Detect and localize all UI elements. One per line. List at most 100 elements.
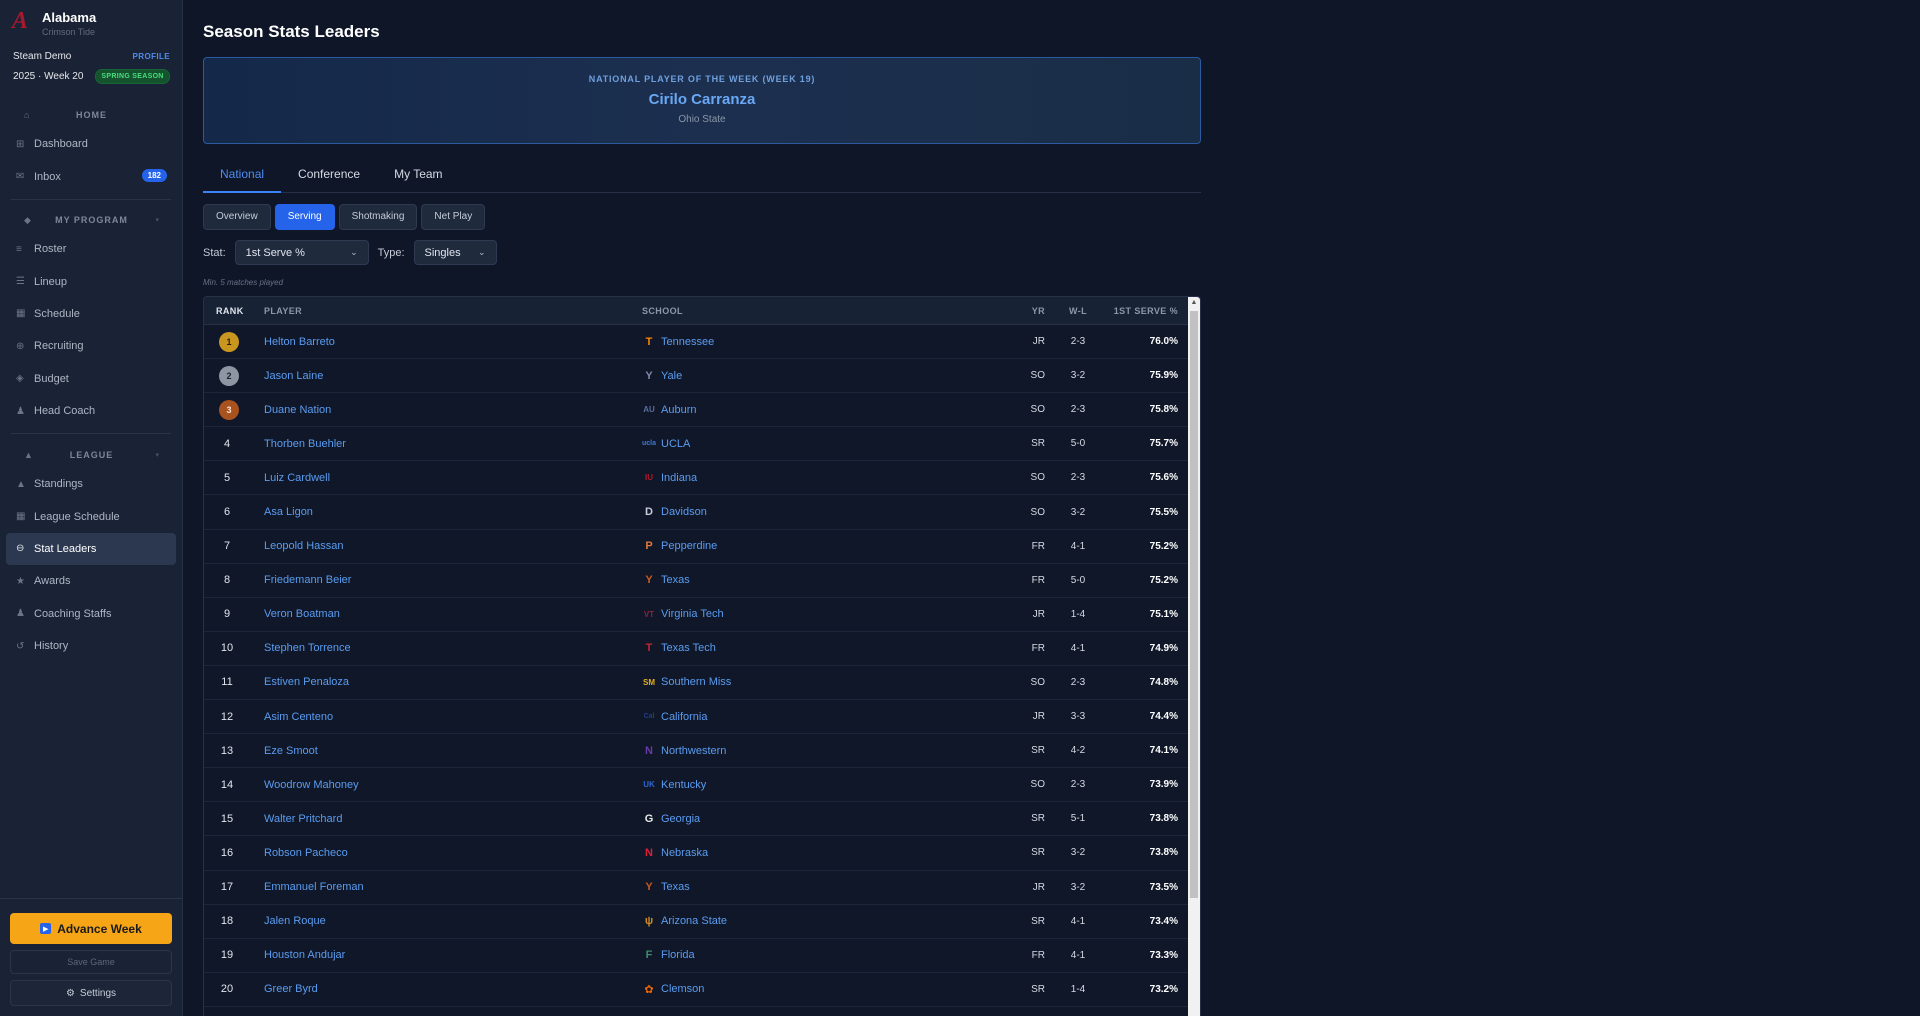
col-rank[interactable]: RANK: [204, 306, 264, 316]
school-link[interactable]: Texas: [661, 881, 690, 893]
school-cell[interactable]: ψ Arizona State: [642, 914, 1002, 928]
player-link[interactable]: Leopold Hassan: [264, 540, 642, 552]
tab-conference[interactable]: Conference: [281, 158, 377, 193]
school-cell[interactable]: IU Indiana: [642, 471, 1002, 485]
school-cell[interactable]: F Florida: [642, 948, 1002, 962]
school-cell[interactable]: G Georgia: [642, 812, 1002, 826]
brand[interactable]: A Alabama Crimson Tide: [12, 9, 96, 38]
table-scrollbar[interactable]: ▲: [1188, 297, 1200, 1016]
school-cell[interactable]: N Northwestern: [642, 744, 1002, 758]
player-link[interactable]: Greer Byrd: [264, 983, 642, 995]
scroll-thumb[interactable]: [1190, 311, 1198, 898]
school-link[interactable]: Tennessee: [661, 336, 714, 348]
sidebar-item-history[interactable]: ↺ History: [0, 630, 183, 662]
sidebar-item-recruiting[interactable]: ⊕ Recruiting: [0, 330, 183, 362]
col-wl[interactable]: W-L: [1057, 306, 1099, 316]
school-cell[interactable]: D Davidson: [642, 505, 1002, 519]
player-link[interactable]: Houston Andujar: [264, 949, 642, 961]
tab-my-team[interactable]: My Team: [377, 158, 459, 193]
tab-national[interactable]: National: [203, 158, 282, 193]
subtab-overview[interactable]: Overview: [203, 204, 271, 230]
school-link[interactable]: Kentucky: [661, 779, 706, 791]
player-link[interactable]: Helton Barreto: [264, 336, 642, 348]
school-link[interactable]: Auburn: [661, 404, 696, 416]
school-cell[interactable]: Y Yale: [642, 369, 1002, 383]
subtab-shotmaking[interactable]: Shotmaking: [338, 204, 418, 230]
school-link[interactable]: Virginia Tech: [661, 608, 724, 620]
player-link[interactable]: Luiz Cardwell: [264, 472, 642, 484]
advance-week-button[interactable]: ▶ Advance Week: [10, 913, 172, 944]
school-cell[interactable]: ucla UCLA: [642, 437, 1002, 451]
school-link[interactable]: Southern Miss: [661, 676, 731, 688]
player-link[interactable]: Jason Laine: [264, 370, 642, 382]
school-link[interactable]: Arizona State: [661, 915, 727, 927]
school-cell[interactable]: Cal California: [642, 710, 1002, 724]
player-link[interactable]: Friedemann Beier: [264, 574, 642, 586]
sidebar-item-league-schedule[interactable]: ▦ League Schedule: [0, 500, 183, 532]
school-cell[interactable]: SM Southern Miss: [642, 675, 1002, 689]
section-head-program[interactable]: ◆ MY PROGRAM ▾: [0, 207, 183, 233]
school-cell[interactable]: UK Kentucky: [642, 778, 1002, 792]
subtab-serving[interactable]: Serving: [274, 204, 335, 230]
player-link[interactable]: Emmanuel Foreman: [264, 881, 642, 893]
school-cell[interactable]: VT Virginia Tech: [642, 607, 1002, 621]
col-player[interactable]: PLAYER: [264, 306, 642, 316]
school-cell[interactable]: Y Texas: [642, 880, 1002, 894]
school-link[interactable]: Northwestern: [661, 745, 726, 757]
sidebar-item-inbox[interactable]: ✉ Inbox 182: [0, 160, 183, 192]
sidebar-item-standings[interactable]: ▲ Standings: [0, 468, 183, 500]
player-link[interactable]: Estiven Penaloza: [264, 676, 642, 688]
scroll-up-icon[interactable]: ▲: [1188, 297, 1200, 309]
type-select[interactable]: Singles ⌄: [413, 240, 497, 265]
school-cell[interactable]: AU Auburn: [642, 403, 1002, 417]
sidebar-item-dashboard[interactable]: ⊞ Dashboard: [0, 128, 183, 160]
school-link[interactable]: UCLA: [661, 438, 690, 450]
save-game-button[interactable]: Save Game: [10, 950, 172, 974]
section-head-league[interactable]: ▲ LEAGUE ▾: [0, 442, 183, 468]
sidebar-item-schedule[interactable]: ▦ Schedule: [0, 298, 183, 330]
sidebar-item-roster[interactable]: ≡ Roster: [0, 233, 183, 265]
school-cell[interactable]: N Nebraska: [642, 846, 1002, 860]
player-link[interactable]: Eze Smoot: [264, 745, 642, 757]
potw-player-link[interactable]: Cirilo Carranza: [204, 91, 1200, 108]
stat-select[interactable]: 1st Serve % ⌄: [234, 240, 369, 265]
sidebar-item-budget[interactable]: ◈ Budget: [0, 363, 183, 395]
profile-link[interactable]: PROFILE: [133, 52, 170, 61]
col-school[interactable]: SCHOOL: [642, 306, 1002, 316]
sidebar-item-awards[interactable]: ★ Awards: [0, 565, 183, 597]
school-cell[interactable]: T Texas Tech: [642, 641, 1002, 655]
sidebar-item-head-coach[interactable]: ♟ Head Coach: [0, 395, 183, 427]
school-cell[interactable]: P Pepperdine: [642, 539, 1002, 553]
player-link[interactable]: Woodrow Mahoney: [264, 779, 642, 791]
sidebar-item-lineup[interactable]: ☰ Lineup: [0, 265, 183, 297]
subtab-net-play[interactable]: Net Play: [421, 204, 486, 230]
school-cell[interactable]: T Tennessee: [642, 335, 1002, 349]
school-link[interactable]: Indiana: [661, 472, 697, 484]
sidebar-item-stat-leaders[interactable]: ⊖ Stat Leaders: [6, 532, 176, 566]
col-stat[interactable]: 1ST SERVE %: [1099, 306, 1182, 316]
sidebar-item-coaching-staffs[interactable]: ♟ Coaching Staffs: [0, 598, 183, 630]
school-link[interactable]: Pepperdine: [661, 540, 717, 552]
player-link[interactable]: Asa Ligon: [264, 506, 642, 518]
player-link[interactable]: Veron Boatman: [264, 608, 642, 620]
school-link[interactable]: Davidson: [661, 506, 707, 518]
player-link[interactable]: Asim Centeno: [264, 711, 642, 723]
player-link[interactable]: Robson Pacheco: [264, 847, 642, 859]
school-link[interactable]: California: [661, 711, 707, 723]
school-link[interactable]: Clemson: [661, 983, 704, 995]
school-link[interactable]: Texas Tech: [661, 642, 716, 654]
player-link[interactable]: Duane Nation: [264, 404, 642, 416]
settings-button[interactable]: ⚙ Settings: [10, 980, 172, 1006]
player-link[interactable]: Jalen Roque: [264, 915, 642, 927]
school-link[interactable]: Yale: [661, 370, 682, 382]
school-link[interactable]: Georgia: [661, 813, 700, 825]
school-link[interactable]: Nebraska: [661, 847, 708, 859]
school-link[interactable]: Florida: [661, 949, 695, 961]
school-cell[interactable]: ✿ Clemson: [642, 982, 1002, 996]
school-cell[interactable]: Y Texas: [642, 573, 1002, 587]
player-link[interactable]: Stephen Torrence: [264, 642, 642, 654]
player-link[interactable]: Thorben Buehler: [264, 438, 642, 450]
player-link[interactable]: Walter Pritchard: [264, 813, 642, 825]
col-yr[interactable]: YR: [1002, 306, 1057, 316]
school-link[interactable]: Texas: [661, 574, 690, 586]
